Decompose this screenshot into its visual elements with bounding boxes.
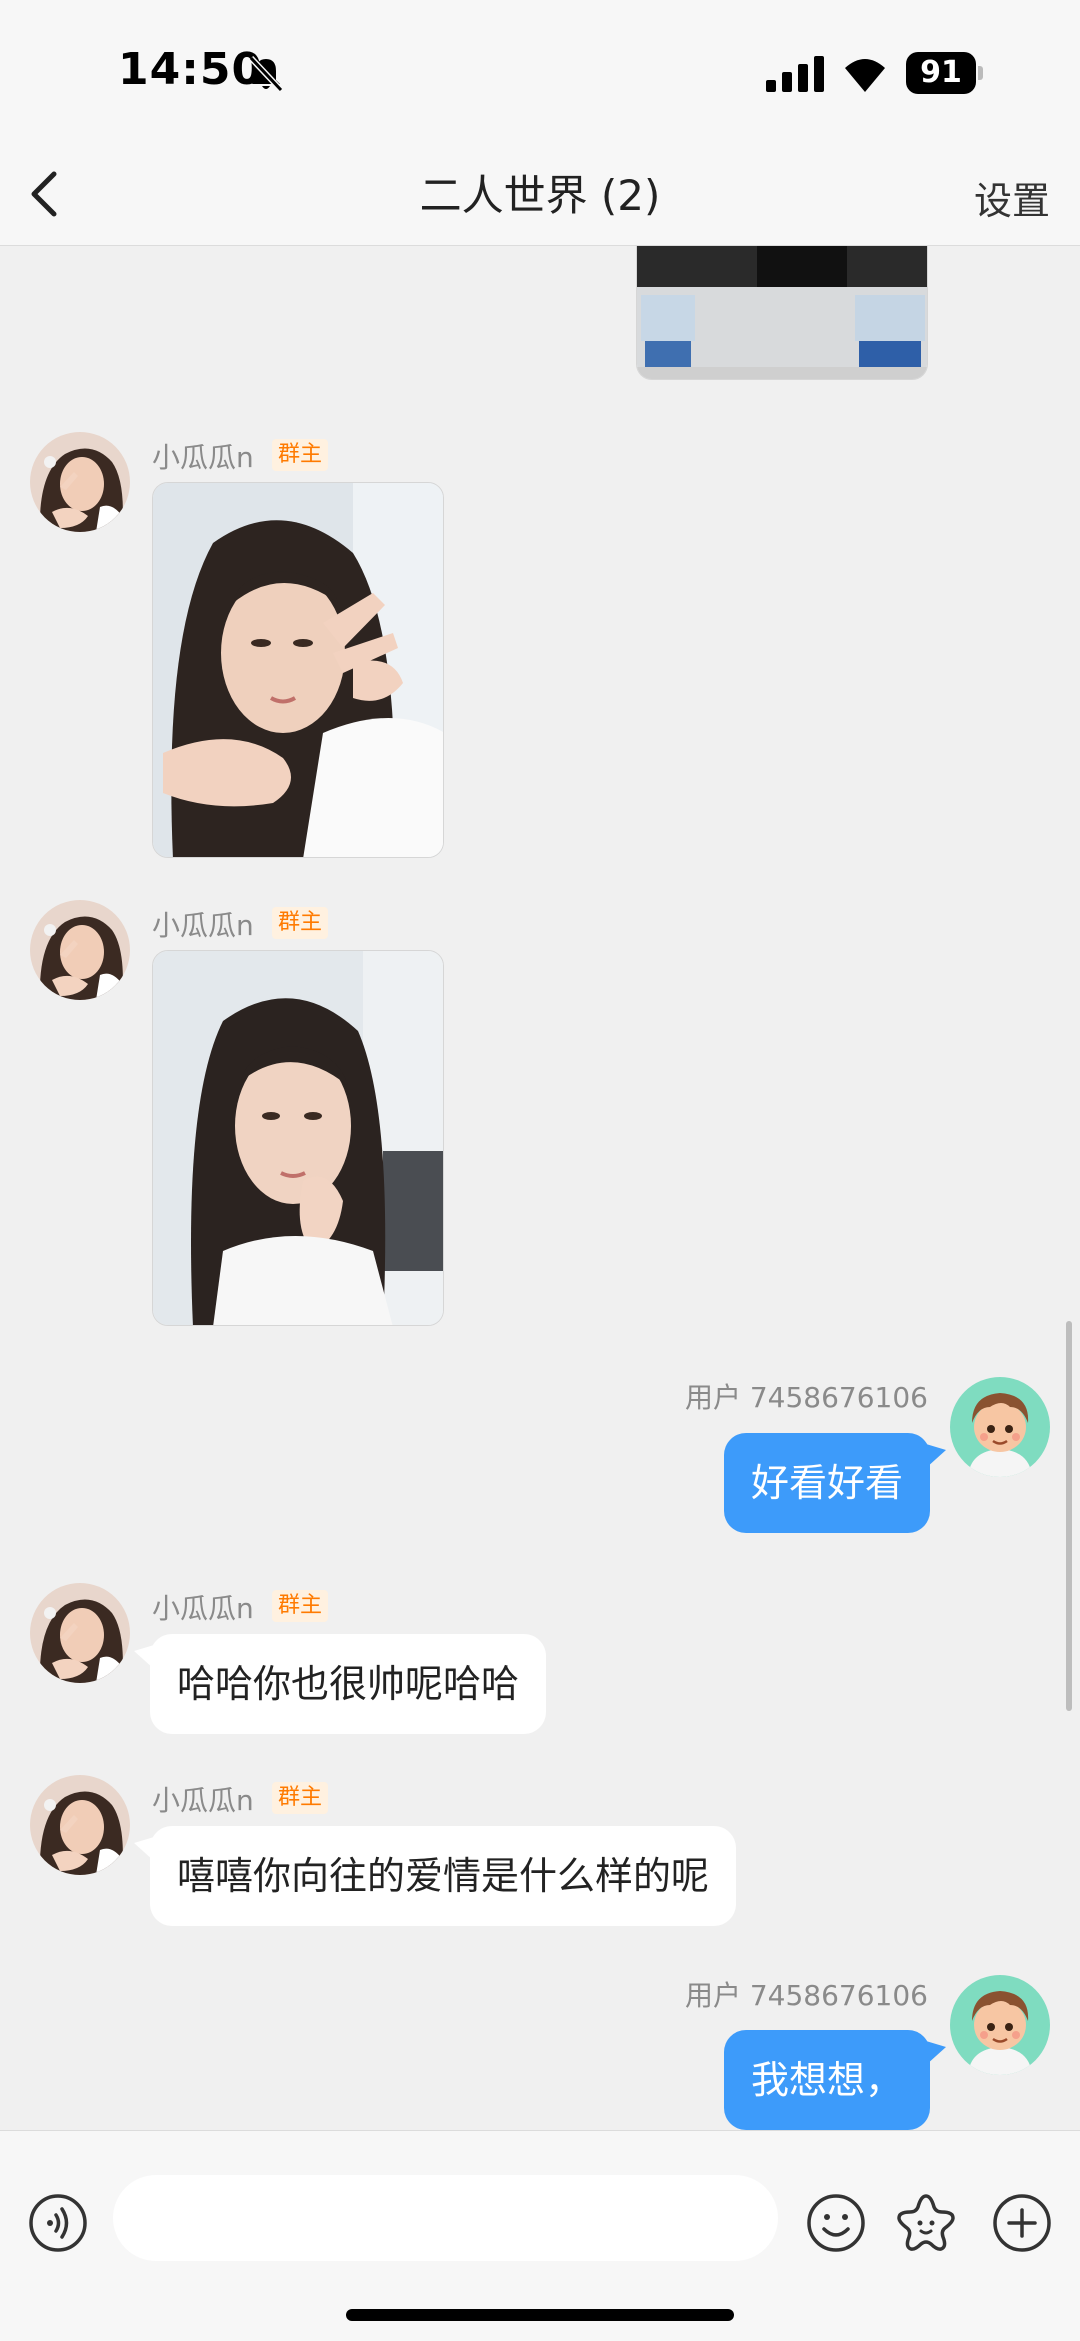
chat-area[interactable]: 小瓜瓜n 群主 小瓜瓜n 群主 用户 7458676106 好看好看 小瓜瓜n … (0, 246, 1080, 2130)
owner-badge: 群主 (272, 1782, 329, 1814)
message-input[interactable] (113, 2175, 778, 2261)
sender-name: 小瓜瓜n (152, 909, 254, 942)
signal-icon (766, 56, 824, 92)
avatar[interactable] (30, 1775, 130, 1875)
page-title: 二人世界 (2) (419, 171, 661, 220)
input-bar (0, 2130, 1080, 2341)
plus-icon[interactable] (992, 2193, 1052, 2253)
nav-bar: 二人世界 (2) 设置 (0, 140, 1080, 246)
sender-name: 小瓜瓜n (152, 441, 254, 474)
bubble-tail (926, 1444, 946, 1468)
message-bubble[interactable]: 我想想， (723, 2030, 930, 2130)
scrollbar[interactable] (1066, 1321, 1072, 1711)
status-time: 14:50 (118, 44, 264, 95)
wifi-icon (845, 59, 885, 92)
avatar[interactable] (30, 432, 130, 532)
image-message[interactable] (152, 950, 444, 1326)
battery-indicator: 91 (906, 52, 984, 94)
sticker-icon[interactable] (895, 2191, 957, 2253)
sender-name: 小瓜瓜n (152, 1592, 254, 1625)
voice-icon[interactable] (28, 2193, 88, 2253)
avatar[interactable] (30, 900, 130, 1000)
bubble-tail (134, 1837, 154, 1861)
sender-name: 小瓜瓜n (152, 1784, 254, 1817)
owner-badge: 群主 (272, 439, 329, 471)
message-bubble[interactable]: 好看好看 (723, 1433, 930, 1533)
home-indicator (346, 2309, 734, 2321)
avatar[interactable] (950, 1377, 1050, 1477)
bubble-tail (926, 2041, 946, 2065)
avatar[interactable] (950, 1975, 1050, 2075)
image-message[interactable] (152, 482, 444, 858)
emoji-icon[interactable] (806, 2193, 866, 2253)
image-message[interactable] (636, 246, 928, 380)
owner-badge: 群主 (272, 907, 329, 939)
bubble-tail (134, 1645, 154, 1669)
battery-level: 91 (920, 55, 962, 90)
message-bubble[interactable]: 哈哈你也很帅呢哈哈 (150, 1634, 547, 1734)
owner-badge: 群主 (272, 1590, 329, 1622)
message-bubble[interactable]: 嘻嘻你向往的爱情是什么样的呢 (150, 1826, 737, 1926)
sender-name: 用户 7458676106 (684, 1381, 928, 1414)
sender-name: 用户 7458676106 (684, 1979, 928, 2012)
avatar[interactable] (30, 1583, 130, 1683)
mute-icon (248, 55, 284, 93)
status-bar: 14:50 91 (0, 0, 1080, 140)
settings-button[interactable]: 设置 (974, 170, 1050, 225)
